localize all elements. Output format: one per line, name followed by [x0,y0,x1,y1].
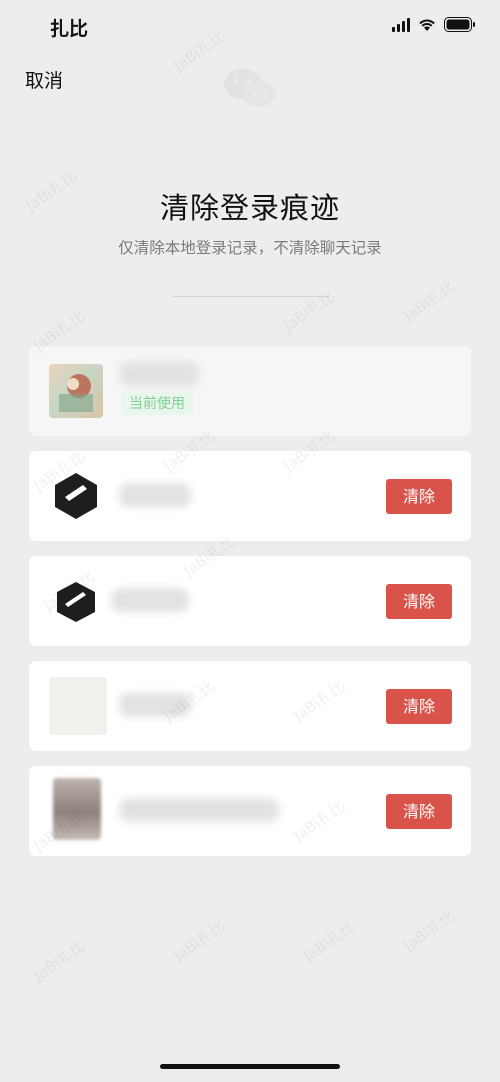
clear-button[interactable]: 清除 [386,794,452,829]
clear-button[interactable]: 清除 [386,689,452,724]
status-time: 扎比 [50,18,89,40]
account-card: 清除 [29,556,471,646]
status-bar: 扎比 [0,0,500,56]
account-name-blurred [119,798,279,822]
photo-avatar-icon [49,364,103,418]
watermark-text: JaBi扎比 [300,916,359,965]
account-card-current: 当前使用 [29,346,471,436]
blank-avatar-icon [49,677,107,735]
cancel-button[interactable]: 取消 [25,66,63,93]
clear-button[interactable]: 清除 [386,584,452,619]
battery-icon [444,17,475,32]
account-card: 清除 [29,451,471,541]
blurred-photo-avatar-icon [53,778,101,840]
account-name-blurred [119,483,191,507]
account-name-blurred [111,588,189,612]
watermark-text: JaBi扎比 [280,286,339,335]
account-card: 清除 [29,766,471,856]
wechat-logo-icon [224,69,276,107]
watermark-text: JaBi扎比 [30,936,89,985]
clear-button[interactable]: 清除 [386,479,452,514]
cellular-signal-icon [392,17,410,32]
divider [173,296,329,297]
status-icons [392,17,476,32]
page-title: 清除登录痕迹 [159,191,340,225]
app-logo-icon [55,580,97,624]
account-card: 清除 [29,661,471,751]
page-subtitle: 仅清除本地登录记录，不清除聊天记录 [118,239,382,257]
wifi-icon [419,19,435,31]
watermark-text: JaBi扎比 [170,916,229,965]
account-name-blurred [119,362,199,386]
watermark-text: JaBi扎比 [400,906,459,955]
watermark-text: JaBi扎比 [400,276,459,325]
current-use-badge: 当前使用 [121,391,193,415]
account-name-blurred [119,693,191,717]
app-logo-icon [53,471,99,521]
home-indicator[interactable] [160,1064,340,1069]
